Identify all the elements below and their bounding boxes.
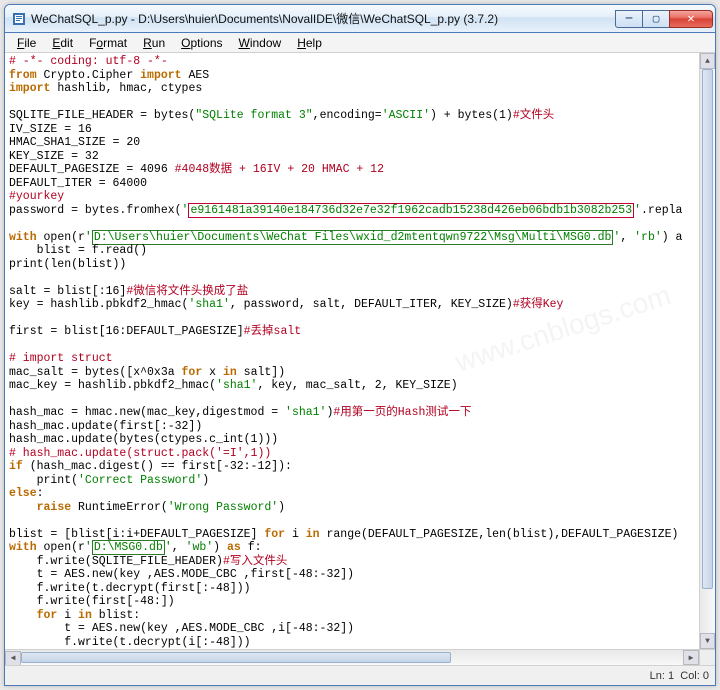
menu-run[interactable]: Run [135, 34, 173, 52]
minimize-button[interactable]: — [615, 10, 643, 28]
code-line: # -*- coding: utf-8 -*- [9, 55, 168, 68]
vertical-scrollbar[interactable]: ▲ ▼ [699, 53, 715, 649]
app-window: WeChatSQL_p.py - D:\Users\huier\Document… [4, 4, 716, 686]
open-path-box-1: D:\Users\huier\Documents\WeChat Files\wx… [92, 230, 614, 245]
status-col-label: Col: [680, 670, 700, 682]
password-hex-box: e9161481a39140e184736d32e7e32f1962cadb15… [188, 203, 634, 218]
scroll-left-arrow-icon[interactable]: ◀ [5, 651, 21, 666]
status-ln-value: 1 [668, 670, 674, 682]
menu-window[interactable]: Window [231, 34, 290, 52]
menubar: File Edit Format Run Options Window Help [5, 33, 715, 53]
scroll-up-arrow-icon[interactable]: ▲ [700, 53, 715, 69]
menu-edit[interactable]: Edit [44, 34, 81, 52]
window-controls: — ▢ ✕ [616, 10, 713, 28]
editor-area: # -*- coding: utf-8 -*- from Crypto.Ciph… [5, 53, 715, 665]
app-icon [11, 11, 27, 27]
menu-options[interactable]: Options [173, 34, 230, 52]
status-ln-label: Ln: [650, 670, 665, 682]
menu-file[interactable]: File [9, 34, 44, 52]
statusbar: Ln: 1 Col: 0 [5, 665, 715, 685]
maximize-button[interactable]: ▢ [642, 10, 670, 28]
open-path-box-2: D:\MSG0.db [92, 540, 165, 555]
menu-format[interactable]: Format [81, 34, 135, 52]
horizontal-scrollbar[interactable]: ◀ ▶ [5, 649, 699, 665]
scroll-thumb-h[interactable] [21, 652, 451, 663]
scrollbar-corner [699, 649, 715, 665]
scroll-thumb-v[interactable] [702, 69, 713, 589]
scroll-down-arrow-icon[interactable]: ▼ [700, 633, 715, 649]
code-editor[interactable]: # -*- coding: utf-8 -*- from Crypto.Ciph… [5, 53, 699, 649]
scroll-right-arrow-icon[interactable]: ▶ [683, 650, 699, 665]
close-button[interactable]: ✕ [669, 10, 713, 28]
titlebar[interactable]: WeChatSQL_p.py - D:\Users\huier\Document… [5, 5, 715, 33]
window-title: WeChatSQL_p.py - D:\Users\huier\Document… [31, 10, 616, 27]
menu-help[interactable]: Help [289, 34, 330, 52]
status-col-value: 0 [703, 670, 709, 682]
